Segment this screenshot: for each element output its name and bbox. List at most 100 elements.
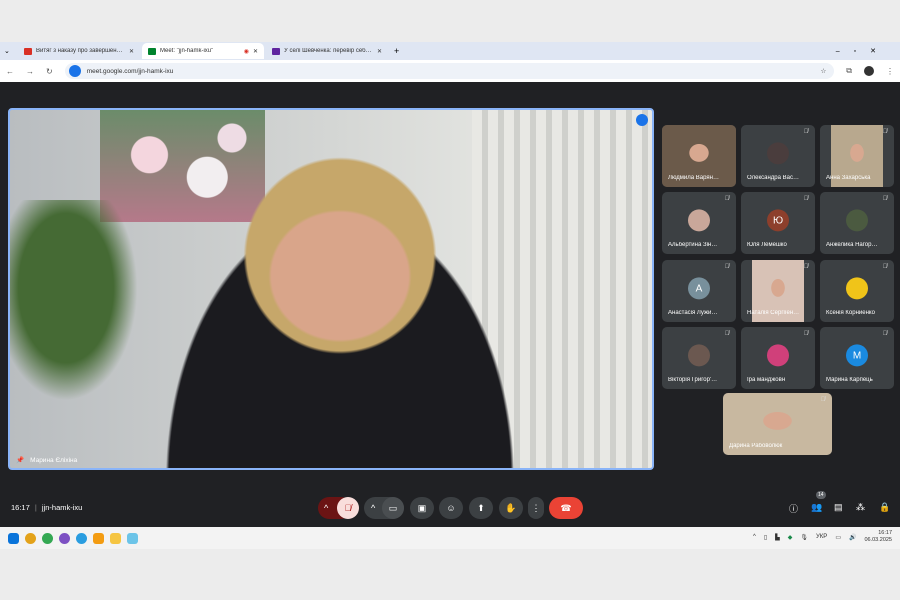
language-indicator[interactable]: УКР	[816, 534, 827, 540]
volume-icon[interactable]: 🔊	[849, 534, 856, 541]
meeting-time: 16:17	[11, 503, 30, 512]
participant-name: Анна Захарська	[826, 175, 871, 181]
extensions-icon[interactable]: ⧉	[846, 66, 852, 76]
telegram-icon[interactable]	[76, 532, 87, 544]
mic-muted-icon: 🎙̸	[803, 196, 809, 202]
activities-icon[interactable]: ⁂	[856, 502, 865, 513]
avatar-letter: М	[846, 344, 868, 367]
main-speaker-video[interactable]: 📌 Марина Єліхіна	[8, 108, 654, 470]
pin-icon[interactable]: 📌	[16, 456, 24, 464]
paint-icon[interactable]	[127, 532, 138, 544]
avatar	[846, 209, 868, 232]
mic-muted-icon: 🎙̸	[882, 264, 888, 270]
meeting-info: 16:17 | jjn-hamk-ixu	[11, 503, 83, 512]
windows-taskbar: ^ ▯ ▙ ◆ 🎙 УКР ▭ 🔊 16:17 06.03.2025	[0, 527, 900, 549]
participant-tile[interactable]: М 🎙̸ Марина Карпець	[820, 327, 894, 389]
participant-tile[interactable]: 🎙̸ Наталія Сергіїен…	[741, 260, 815, 322]
mic-muted-icon: 🎙̸	[882, 129, 888, 135]
back-icon[interactable]: ←	[6, 67, 14, 76]
people-icon[interactable]: 👥	[811, 502, 822, 513]
avatar	[688, 209, 710, 232]
participant-tile[interactable]: А 🎙̸ Анастасія Лужи…	[662, 260, 736, 322]
participant-name: Марина Карпець	[826, 377, 873, 383]
gmail-icon	[24, 47, 32, 55]
participant-name: Дарина Рабоволюк	[729, 443, 783, 449]
leave-call-button[interactable]: ☎	[549, 497, 583, 519]
participant-name: Іра манджовн	[747, 377, 786, 383]
tab-gmail[interactable]: Витяг з наказу про завершен… ✕	[18, 43, 140, 59]
tab-quiz[interactable]: У селі Шевченка: перевір себ… ✕	[266, 43, 388, 59]
menu-icon[interactable]: ⋮	[886, 67, 894, 76]
tab-strip: ⌄ Витяг з наказу про завершен… ✕ Meet: "j…	[0, 42, 900, 60]
tab-search-icon[interactable]: ⌄	[4, 47, 16, 55]
camera-button[interactable]: ▭	[382, 497, 404, 519]
participant-name: Олександра Вас…	[747, 175, 799, 181]
participant-tile[interactable]: Ю 🎙̸ Юля Лемешко	[741, 192, 815, 254]
avatar	[846, 277, 868, 300]
profile-avatar[interactable]	[864, 66, 874, 76]
mic-muted-icon: 🎙̸	[724, 331, 730, 337]
participant-tile[interactable]: 🎙̸ Анжелика Нагор…	[820, 192, 894, 254]
reactions-button[interactable]: ☺	[439, 497, 463, 519]
participant-name: Анжелика Нагор…	[826, 242, 878, 248]
url-field[interactable]: meet.google.com/jjn-hamk-ixu ☆	[64, 63, 835, 79]
meet-window: 📌 Марина Єліхіна Людмила Варян… 🎙̸ Олександ…	[0, 82, 900, 527]
more-options-button[interactable]: ⋮	[528, 497, 544, 519]
new-tab-button[interactable]: +	[394, 46, 399, 56]
participant-name: Наталія Сергіїен…	[747, 310, 800, 316]
participant-tile[interactable]: 🎙̸ Анна Захарська	[820, 125, 894, 187]
system-tray: ^ ▯ ▙ ◆ 🎙 УКР ▭ 🔊 16:17 06.03.2025	[753, 530, 892, 544]
mic-tray-icon[interactable]: 🎙	[800, 534, 808, 541]
participant-name: Ксенія Корниенко	[826, 310, 875, 316]
bookmark-star-icon[interactable]: ☆	[820, 67, 826, 75]
participant-tile[interactable]: Людмила Варян…	[662, 125, 736, 187]
app-icon[interactable]	[93, 532, 104, 544]
chat-icon[interactable]: ▤	[834, 502, 843, 513]
present-button[interactable]: ⬆	[469, 497, 493, 519]
mic-off-button[interactable]: 🎙̸	[337, 497, 359, 519]
avatar-letter: Ю	[767, 209, 789, 232]
viber-icon[interactable]	[59, 532, 70, 544]
meet-icon	[148, 47, 156, 55]
participant-name: Анастасія Лужи…	[668, 310, 718, 316]
close-icon[interactable]: ✕	[129, 48, 134, 55]
avatar	[767, 344, 789, 367]
chrome-icon[interactable]	[42, 532, 53, 544]
file-explorer-icon[interactable]	[110, 532, 121, 544]
speaking-indicator-icon	[636, 114, 648, 126]
meeting-code: jjn-hamk-ixu	[41, 503, 83, 512]
window-controls[interactable]: –▫✕	[836, 47, 890, 55]
mic-muted-icon: 🎙̸	[803, 129, 809, 135]
avatar	[688, 344, 710, 367]
captions-button[interactable]: ▣	[410, 497, 434, 519]
site-info-icon[interactable]	[68, 65, 81, 77]
forward-icon[interactable]: →	[26, 67, 34, 76]
display-icon[interactable]: ▭	[835, 534, 841, 541]
reload-icon[interactable]: ↻	[46, 67, 53, 76]
raise-hand-button[interactable]: ✋	[499, 497, 523, 519]
info-icon[interactable]: ⓘ	[789, 502, 798, 515]
participant-name: Юля Лемешко	[747, 242, 787, 248]
participant-tile[interactable]: 🎙̸ Ксенія Корниенко	[820, 260, 894, 322]
participant-tile[interactable]: 🎙̸ Олександра Вас…	[741, 125, 815, 187]
host-controls-icon[interactable]: 🔒	[879, 502, 890, 513]
start-icon[interactable]	[8, 532, 19, 544]
participant-tile[interactable]: 🎙̸ Іра манджовн	[741, 327, 815, 389]
participant-tile[interactable]: 🎙̸ Дарина Рабоволюк	[723, 393, 832, 455]
close-icon[interactable]: ✕	[377, 48, 382, 55]
network-icon[interactable]: ▙	[775, 534, 780, 541]
tray-chevron-icon[interactable]: ^	[753, 534, 756, 540]
close-icon[interactable]: ✕	[253, 48, 258, 55]
people-count-badge: 14	[816, 491, 826, 499]
speaker-figure	[120, 140, 560, 468]
mic-muted-icon: 🎙̸	[820, 397, 826, 403]
usb-icon[interactable]: ▯	[764, 534, 767, 541]
participant-name: Вікторія Григор'…	[668, 377, 718, 383]
tab-meet[interactable]: Meet: "jjn-hamk-ixu" ◉ ✕	[142, 43, 264, 59]
recording-icon: ◉	[243, 48, 249, 55]
clock[interactable]: 16:17 06.03.2025	[864, 530, 892, 544]
participant-tile[interactable]: 🎙̸ Альбертина Зін…	[662, 192, 736, 254]
security-icon[interactable]: ◆	[788, 534, 793, 541]
chrome-icon[interactable]	[25, 532, 36, 544]
participant-tile[interactable]: 🎙̸ Вікторія Григор'…	[662, 327, 736, 389]
